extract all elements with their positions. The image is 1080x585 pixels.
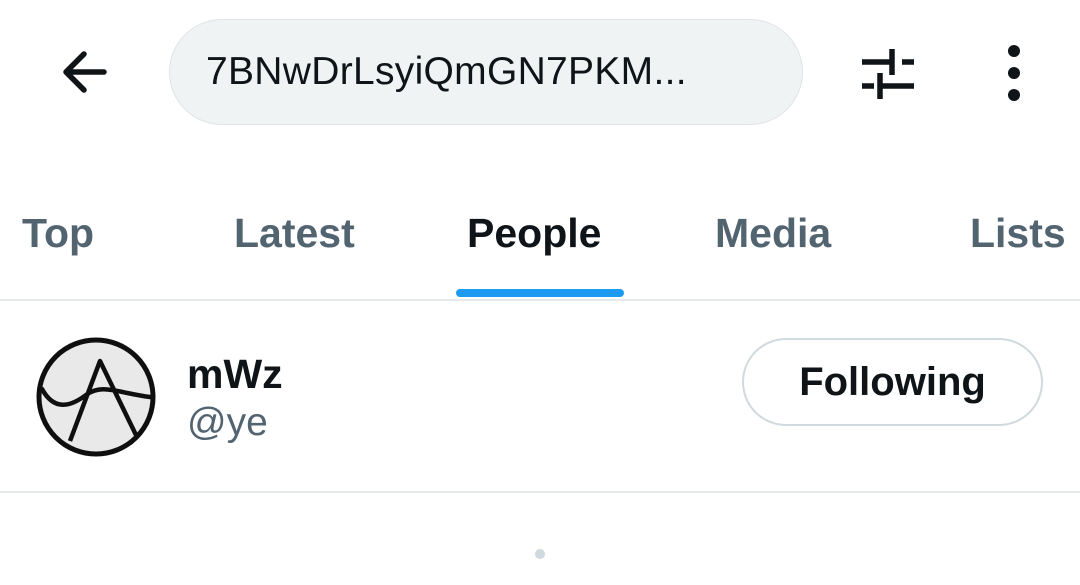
avatar-logo-icon xyxy=(36,337,156,457)
tab-media[interactable]: Media xyxy=(715,205,831,261)
avatar[interactable] xyxy=(36,337,156,457)
search-tabs: Top Latest People Media Lists xyxy=(0,175,1080,300)
sliders-icon xyxy=(862,49,914,99)
tab-people[interactable]: People xyxy=(467,205,601,261)
user-display-name[interactable]: mWz xyxy=(187,349,283,399)
active-tab-indicator xyxy=(456,289,624,297)
arrow-left-icon xyxy=(63,51,107,93)
tab-top[interactable]: Top xyxy=(22,205,94,261)
user-result-row[interactable]: mWz @ye Following xyxy=(0,301,1080,491)
tab-latest[interactable]: Latest xyxy=(234,205,355,261)
following-button[interactable]: Following xyxy=(742,338,1043,426)
loading-indicator xyxy=(535,549,545,559)
search-results-screen: 7BNwDrLsyiQmGN7PKM... Top Latest People … xyxy=(0,0,1080,585)
more-vertical-icon xyxy=(1008,45,1020,101)
search-input[interactable]: 7BNwDrLsyiQmGN7PKM... xyxy=(169,19,803,125)
back-button[interactable] xyxy=(52,40,116,104)
user-handle: @ye xyxy=(187,401,268,444)
search-query-text: 7BNwDrLsyiQmGN7PKM... xyxy=(206,50,687,93)
row-divider xyxy=(0,491,1080,493)
tab-lists[interactable]: Lists xyxy=(970,205,1066,261)
more-options-button[interactable] xyxy=(985,40,1043,106)
search-filter-button[interactable] xyxy=(852,38,924,108)
search-header: 7BNwDrLsyiQmGN7PKM... xyxy=(0,0,1080,145)
